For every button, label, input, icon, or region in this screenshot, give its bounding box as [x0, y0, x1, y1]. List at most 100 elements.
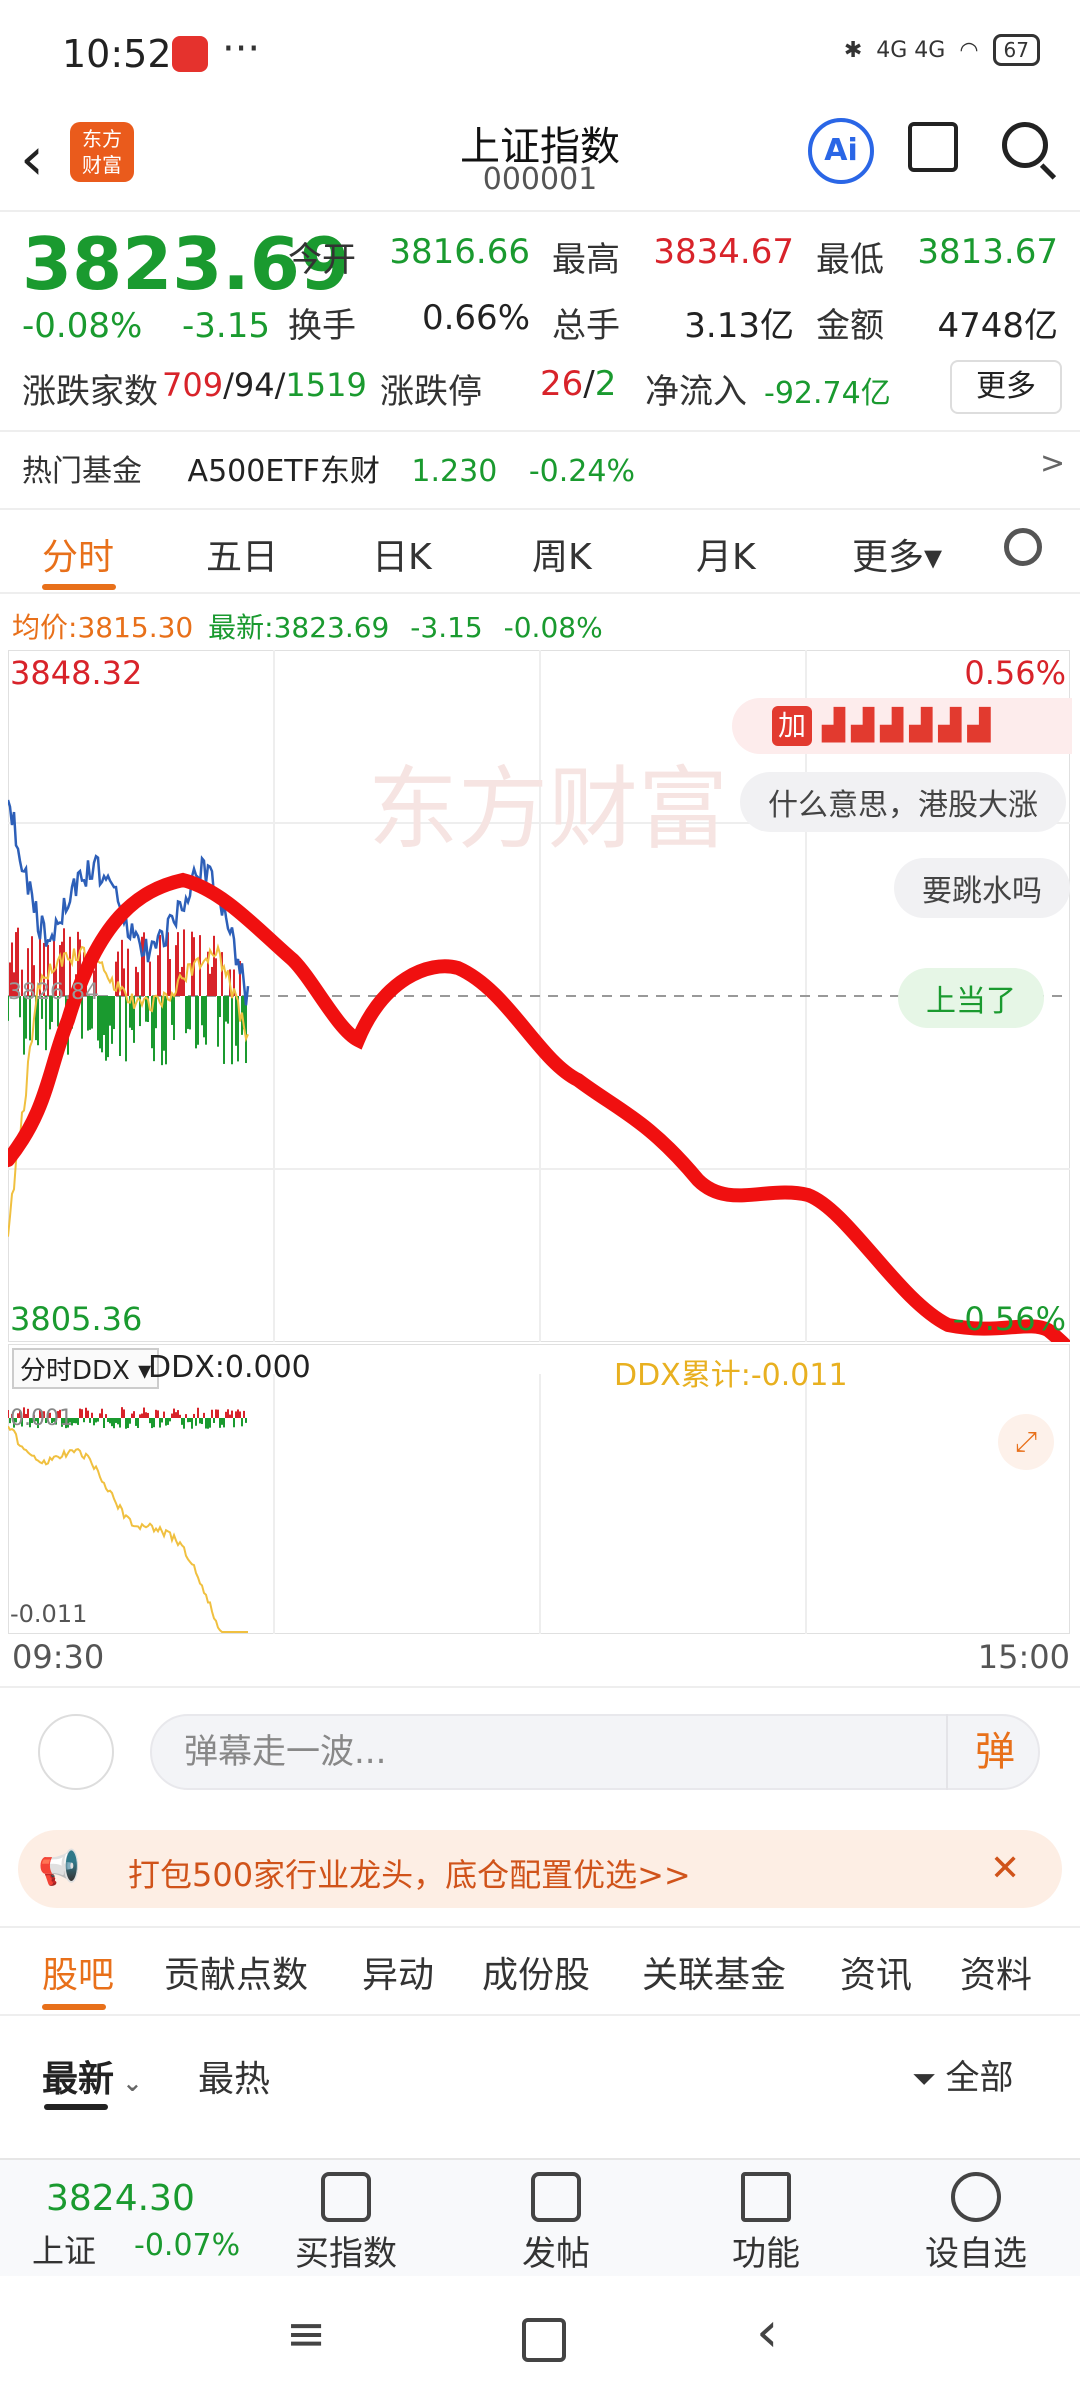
app-header: ‹ 东方 财富 上证指数 000001 Ai: [0, 110, 1080, 212]
hot-fund-row[interactable]: 热门基金 A500ETF东财 1.230 -0.24%: [22, 446, 635, 490]
flat-count: 94: [233, 366, 275, 404]
edit-icon: [531, 2172, 581, 2222]
post-label: 发帖: [522, 2234, 590, 2274]
tab-daily-k[interactable]: 日K: [372, 528, 432, 580]
close-icon[interactable]: ✕: [990, 1848, 1020, 1889]
bluetooth-icon: ✱: [843, 37, 863, 63]
ddx-value: DDX:0.000: [148, 1350, 311, 1385]
status-bar: 10:52 ··· ✱ 4G 4G ◠ 67: [0, 0, 1080, 110]
ddx-svg: [7, 1343, 1071, 1635]
danmu-like-strip[interactable]: 加 ▟▟▟▟▟▟: [732, 698, 1072, 754]
ai-assistant-button[interactable]: Ai: [808, 118, 874, 184]
volume-value: 3.13亿: [684, 306, 794, 346]
ddx-panel: 分时DDX ▾ DDX:0.000 DDX累计:-0.011 0.001 -0.…: [7, 1343, 1071, 1635]
limit-count: 26/2: [540, 364, 617, 404]
promo-banner[interactable]: 📢 打包500家行业龙头，底仓配置优选>> ✕: [18, 1830, 1062, 1908]
sort-hot[interactable]: 最热: [198, 2050, 270, 2102]
tab-more[interactable]: 更多▾: [852, 528, 942, 580]
sort-latest[interactable]: 最新 ⌄: [42, 2050, 142, 2102]
tab-five-day[interactable]: 五日: [206, 528, 278, 580]
functions-button[interactable]: 功能: [696, 2172, 836, 2275]
time-axis-end: 15:00: [977, 1638, 1070, 1676]
amount-value: 4748亿: [937, 306, 1058, 346]
turnover-value: 0.66%: [421, 298, 530, 338]
turnover-label: 换手: [288, 306, 356, 346]
low-label: 最低: [816, 240, 884, 280]
back-nav-icon[interactable]: ‹: [756, 2300, 778, 2365]
ddx-bottom-label: -0.011: [10, 1600, 88, 1628]
tab-monthly-k[interactable]: 月K: [696, 528, 756, 580]
bottom-name: 上证: [32, 2232, 97, 2270]
tab-movement[interactable]: 异动: [362, 1946, 434, 1998]
battery-icon: 67: [992, 34, 1040, 66]
bottom-price: 3824.30: [46, 2178, 195, 2219]
rising-chart-icons: ▟▟▟▟▟▟: [822, 708, 997, 743]
ddx-total: DDX累计:-0.011: [614, 1358, 848, 1393]
tab-weekly-k[interactable]: 周K: [532, 528, 592, 580]
danmu-send-button[interactable]: 弹: [946, 1714, 1042, 1790]
change-value: -3.15: [182, 306, 270, 346]
hot-fund-name: A500ETF东财: [187, 454, 380, 489]
tab-constituents[interactable]: 成份股: [482, 1946, 590, 1998]
danmu-bar: 弹幕走一波... 弹: [0, 1686, 1080, 1818]
filter-button[interactable]: ⏷ 全部: [912, 2050, 1014, 2099]
filter-icon: ⏷: [912, 2062, 946, 2097]
gear-icon[interactable]: [1004, 528, 1042, 566]
app-notification-icon: [172, 36, 208, 72]
more-button[interactable]: 更多: [950, 360, 1062, 414]
buy-index-button[interactable]: 买指数: [276, 2172, 416, 2275]
content-tabs: 股吧 贡献点数 异动 成份股 关联基金 资讯 资料: [0, 1926, 1080, 2016]
active-tab-indicator: [42, 2004, 106, 2010]
expand-icon[interactable]: ⤢: [998, 1414, 1054, 1470]
change-percent: -0.08%: [22, 306, 143, 346]
tab-contribution[interactable]: 贡献点数: [164, 1946, 308, 1998]
average-price-line: 均价:3815.30 最新:3823.69 -3.15 -0.08%: [12, 606, 603, 646]
danmu-bubble[interactable]: 上当了: [898, 968, 1044, 1028]
functions-label: 功能: [732, 2234, 800, 2274]
avg-value: 3815.30: [77, 611, 194, 644]
tab-intraday[interactable]: 分时: [42, 528, 114, 580]
chart-ymax: 3848.32: [10, 654, 143, 692]
down-count: 1519: [285, 366, 367, 404]
more-circle-icon: [951, 2172, 1001, 2222]
open-label: 今开: [288, 240, 356, 280]
danmu-input[interactable]: 弹幕走一波...: [150, 1714, 1040, 1790]
home-icon[interactable]: [522, 2318, 566, 2362]
chart-icon: [321, 2172, 371, 2222]
add-watchlist-label: 设自选: [925, 2234, 1027, 2274]
tab-guba[interactable]: 股吧: [42, 1946, 114, 1998]
amount-label: 金额: [816, 306, 884, 346]
chart-tabs: 分时 五日 日K 周K 月K 更多▾: [0, 508, 1080, 594]
open-value: 3816.66: [389, 232, 530, 272]
ddx-selector[interactable]: 分时DDX ▾: [12, 1348, 160, 1389]
intraday-chart[interactable]: 东方财富 3848.32 0.56% 3805.36 -0.56% 3826.8…: [1, 649, 1077, 1357]
up-count: 709: [162, 366, 224, 404]
chart-pct-max: 0.56%: [964, 654, 1066, 692]
tab-news[interactable]: 资讯: [840, 1946, 912, 1998]
inflow-value: -92.74亿: [764, 376, 891, 411]
share-icon[interactable]: [908, 122, 958, 172]
danmu-bubble[interactable]: 要跳水吗: [894, 858, 1070, 918]
chart-pct-min: -0.56%: [952, 1300, 1066, 1338]
active-tab-indicator: [42, 584, 116, 590]
tab-profile[interactable]: 资料: [960, 1946, 1032, 1998]
bottom-change: -0.07%: [134, 2228, 241, 2263]
chart-ymin: 3805.36: [10, 1300, 143, 1338]
hot-fund-change: -0.24%: [528, 454, 635, 489]
prev-close-label: 3826.84: [8, 980, 99, 1005]
last-change-pct: -0.08%: [503, 611, 603, 644]
tab-related-funds[interactable]: 关联基金: [642, 1946, 786, 1998]
ddx-top-label: 0.001: [10, 1406, 73, 1431]
danmu-settings-icon[interactable]: [38, 1714, 114, 1790]
buy-index-label: 买指数: [295, 2234, 397, 2274]
megaphone-icon: 📢: [38, 1848, 81, 1888]
menu-icon[interactable]: ≡: [286, 2306, 326, 2362]
hot-fund-label: 热门基金: [22, 454, 142, 489]
search-icon[interactable]: [1002, 122, 1048, 168]
add-watchlist-button[interactable]: 设自选: [906, 2172, 1046, 2275]
danmu-bubble[interactable]: 什么意思，港股大涨: [740, 772, 1066, 832]
post-button[interactable]: 发帖: [486, 2172, 626, 2275]
sort-latest-label: 最新: [42, 2059, 115, 2100]
low-value: 3813.67: [917, 232, 1058, 272]
chevron-right-icon[interactable]: >: [1040, 446, 1065, 481]
